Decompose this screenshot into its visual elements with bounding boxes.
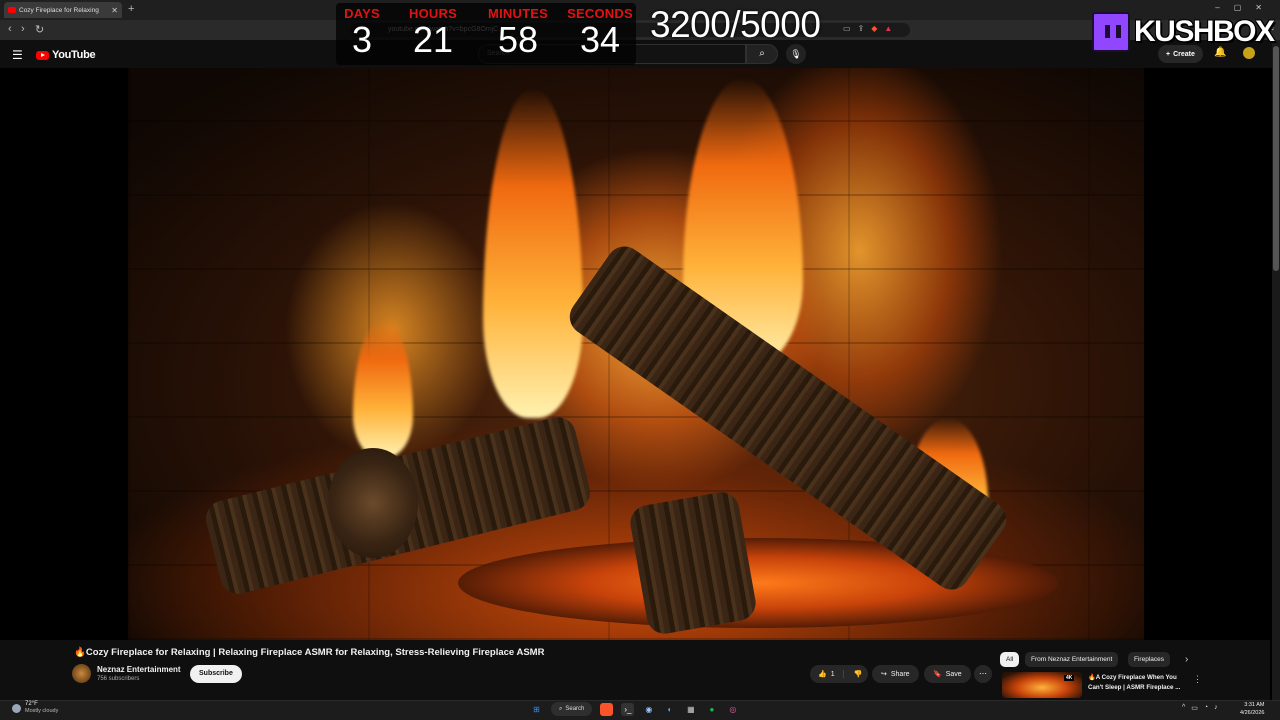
log-left-end (328, 448, 418, 558)
taskbar-clock[interactable]: 3:31 AM 4/26/2026 (1240, 701, 1264, 717)
obs-icon[interactable]: ◎ (726, 703, 739, 716)
scrollbar-thumb[interactable] (1273, 46, 1279, 271)
tab-close-icon[interactable]: ✕ (111, 6, 118, 15)
tab-title: Cozy Fireplace for Relaxing (19, 6, 99, 14)
bookmark-icon: 🔖 (933, 671, 942, 678)
taskbar-apps: ⊞ ⌕ Search ›_ ◉ ◐ ▦ ● ◎ (530, 702, 739, 716)
windows-start-icon[interactable]: ⊞ (530, 703, 543, 716)
system-tray: ^ ▭ ◔ ♪ (1182, 704, 1218, 712)
weather-temperature: 72°F (25, 701, 38, 707)
brave-browser-icon[interactable] (600, 702, 614, 716)
wifi-icon[interactable]: ◔ (1204, 704, 1208, 712)
chip-fireplaces[interactable]: Fireplaces (1128, 652, 1170, 667)
ellipsis-icon: ⋯ (979, 669, 987, 678)
close-window-button[interactable]: ✕ (1255, 3, 1262, 12)
countdown-seconds: SECONDS 34 (567, 6, 633, 59)
calculator-icon[interactable]: ▦ (684, 703, 697, 716)
chip-from-channel[interactable]: From Neznaz Entertainment (1025, 652, 1119, 667)
browser-tab[interactable]: Cozy Fireplace for Relaxing ✕ (4, 2, 122, 18)
brave-shield-icon[interactable]: ◆ (871, 24, 877, 33)
share-label: Share (890, 670, 910, 678)
cast-icon[interactable]: ▭ (843, 24, 851, 33)
twitch-icon (1092, 12, 1130, 52)
countdown-value: 21 (412, 19, 454, 60)
chevron-right-icon[interactable]: › (1185, 654, 1188, 665)
chevron-up-icon[interactable]: ^ (1182, 704, 1185, 712)
recommended-video-title[interactable]: 🔥A Cozy Fireplace When You Can't Sleep |… (1088, 673, 1188, 692)
countdown-value: 34 (579, 19, 621, 60)
youtube-wordmark: YouTube (52, 49, 96, 61)
edge-icon[interactable]: ◐ (663, 703, 676, 716)
thumbs-down-icon: 👎 (853, 671, 863, 678)
chip-all[interactable]: All (1000, 652, 1020, 667)
video-player-area (0, 68, 1270, 640)
share-icon: ↪ (881, 671, 887, 678)
dislike-button[interactable]: 👎 (848, 670, 869, 678)
subscribe-button[interactable]: Subscribe (190, 665, 242, 683)
browser-nav-bar: ‹ › ↻ youtube.com/watch?v=bpcG8OmjC (0, 20, 1280, 40)
terminal-icon[interactable]: ›_ (621, 702, 635, 716)
save-button[interactable]: 🔖 Save (924, 665, 971, 683)
channel-avatar[interactable] (72, 664, 91, 683)
like-count: 1 (830, 670, 835, 678)
rewards-icon[interactable]: ▲ (884, 24, 892, 33)
like-dislike-group: 👍 1 👎 (810, 665, 868, 683)
cloud-icon (12, 703, 21, 713)
weather-widget[interactable]: 72°F Mostly cloudy (12, 701, 58, 715)
spotify-icon[interactable]: ● (705, 703, 718, 716)
browser-tab-bar: Cozy Fireplace for Relaxing ✕ + – ▢ ✕ (0, 0, 1280, 20)
video-title: 🔥Cozy Fireplace for Relaxing | Relaxing … (74, 647, 545, 658)
countdown-value: 58 (497, 19, 539, 60)
forward-icon[interactable]: › (21, 23, 25, 35)
youtube-play-icon (36, 50, 49, 60)
search-icon: ⌕ (759, 48, 765, 59)
reload-icon[interactable]: ↻ (35, 23, 44, 36)
thumbs-up-icon: 👍 (818, 671, 827, 678)
steam-icon[interactable]: ◉ (642, 703, 655, 716)
window-controls: – ▢ ✕ (1215, 3, 1262, 12)
taskbar-search-label: Search (565, 706, 585, 712)
subscriber-count: 756 subscribers (97, 676, 140, 682)
clock-time: 3:31 AM (1244, 702, 1265, 708)
youtube-masthead: ☰ YouTube Search ⌕ 🎙 (0, 40, 1280, 68)
voice-search-button[interactable]: 🎙 (786, 44, 806, 64)
countdown-minutes: MINUTES 58 (478, 6, 558, 59)
quality-badge: 4K (1064, 675, 1075, 681)
share-page-icon[interactable]: ⇪ (858, 24, 865, 33)
countdown-hours: HOURS 21 (402, 6, 464, 59)
minimize-button[interactable]: – (1215, 3, 1219, 12)
kebab-menu-icon[interactable]: ⋮ (1193, 674, 1202, 685)
log-front (627, 489, 759, 637)
kushbox-logo: KUSHBOX (1092, 12, 1275, 52)
volume-icon[interactable]: ♪ (1214, 704, 1218, 712)
search-button[interactable]: ⌕ (746, 44, 778, 64)
youtube-favicon-icon (8, 7, 16, 13)
menu-icon[interactable]: ☰ (12, 48, 23, 62)
maximize-button[interactable]: ▢ (1234, 3, 1242, 12)
microphone-icon: 🎙 (790, 49, 802, 59)
video-player[interactable] (128, 68, 1144, 640)
new-tab-button[interactable]: + (128, 3, 134, 15)
like-button[interactable]: 👍 1 (810, 670, 844, 678)
search-icon: ⌕ (559, 705, 563, 712)
subscriber-goal: 3200/5000 (650, 4, 821, 45)
weather-condition: Mostly cloudy (25, 708, 59, 714)
youtube-logo[interactable]: YouTube (36, 49, 96, 61)
channel-name[interactable]: Neznaz Entertainment (97, 665, 181, 674)
countdown-days: DAYS 3 (340, 6, 384, 59)
browser-extensions: ▭ ⇪ ◆ ▲ (843, 24, 892, 33)
share-button[interactable]: ↪ Share (872, 665, 919, 683)
save-label: Save (945, 670, 962, 678)
countdown-value: 3 (351, 19, 373, 60)
network-icon[interactable]: ▭ (1191, 704, 1198, 712)
countdown-timer: DAYS 3 HOURS 21 MINUTES 58 SECONDS 34 (336, 3, 636, 65)
taskbar-search[interactable]: ⌕ Search (551, 702, 593, 716)
clock-date: 4/26/2026 (1240, 710, 1265, 716)
back-icon[interactable]: ‹ (8, 23, 12, 35)
kushbox-text: KUSHBOX (1134, 15, 1275, 48)
more-actions-button[interactable]: ⋯ (974, 665, 992, 683)
